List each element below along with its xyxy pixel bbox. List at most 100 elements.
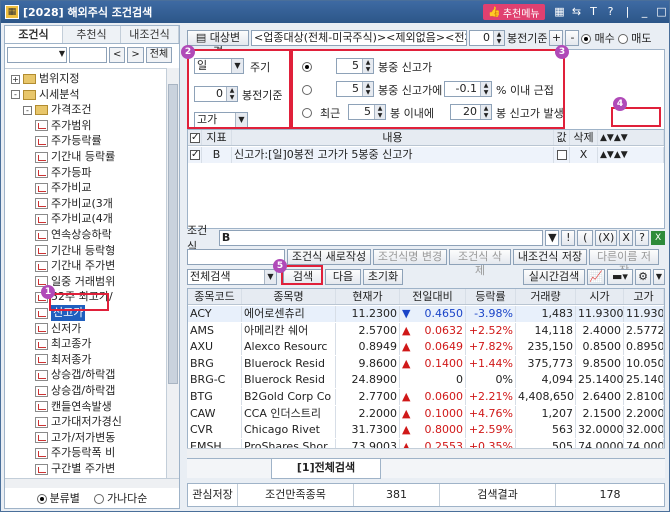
tab-recommended[interactable]: 추천식 <box>63 26 121 43</box>
watch-save-button[interactable]: 관심저장 <box>188 484 238 506</box>
tree-hscrollbar[interactable] <box>5 478 179 488</box>
chevron-down-icon[interactable]: ▼ <box>653 269 665 285</box>
tree-item[interactable]: 연속상승하락 <box>35 227 112 243</box>
target-description[interactable]: <업종대상(전체-미국주식)><제외없음><전체월 <box>251 30 467 46</box>
tree-search-input[interactable] <box>69 47 107 63</box>
tree-item[interactable]: 최저종가 <box>35 352 91 368</box>
buy-sell-radios: 매수 매도 <box>581 30 651 46</box>
condition-name-input[interactable] <box>187 249 285 265</box>
expand-icon[interactable]: - <box>11 90 20 100</box>
formula-input[interactable]: B <box>218 230 544 246</box>
maximize-icon[interactable]: □ <box>655 4 668 19</box>
tree-item[interactable]: 주가등락률 <box>35 133 102 149</box>
radio-by-category[interactable]: 분류별 <box>36 490 80 506</box>
check-all[interactable] <box>188 130 202 145</box>
table-row[interactable]: CVR Chicago Rivet 31.7300 ▲ 0.8000 +2.59% 563 3… <box>188 422 664 439</box>
excel-icon[interactable]: X <box>651 231 666 245</box>
formula-x-button[interactable]: X <box>619 230 634 246</box>
tree-item[interactable]: 주가비교(3개 <box>35 196 113 212</box>
tree-item[interactable]: - 가격조건 <box>23 102 91 118</box>
table-row[interactable]: BRG Bluerock Resid 9.8600 ▲ 0.1400 +1.44% 375,… <box>188 355 664 372</box>
search-scope-select[interactable]: 전체검색 ▼ <box>187 269 277 285</box>
link-icon[interactable]: ⇆ <box>570 4 583 19</box>
minimize-icon[interactable]: _ <box>638 4 651 19</box>
gear-icon[interactable]: ⚙ <box>635 269 651 285</box>
tree-item[interactable]: 구간별 주가변 <box>35 461 115 477</box>
expand-icon[interactable]: + <box>11 74 20 84</box>
cell-code: CVR <box>188 422 242 439</box>
tree-item[interactable]: 신저가 <box>35 321 81 337</box>
tree-scrollbar[interactable] <box>166 68 179 478</box>
font-icon[interactable]: T <box>587 4 600 19</box>
tree-scroll-thumb[interactable] <box>168 84 178 384</box>
save-as-button[interactable]: 다른이름 저장 <box>589 249 659 277</box>
table-row[interactable]: B 신고가:[일]0봉전 고가가 5봉중 신고가 X ▲▼▲▼ <box>188 147 664 163</box>
radio-sell-icon[interactable] <box>618 34 629 44</box>
recommend-menu-button[interactable]: 👍 추천메뉴 <box>483 4 545 20</box>
table-row[interactable]: AXU Alexco Resourc 0.8949 ▲ 0.0649 +7.82% 235,… <box>188 339 664 356</box>
formula-dropdown[interactable]: ▼ <box>545 230 560 246</box>
chart-icon[interactable]: 📈 <box>587 269 605 285</box>
target-change-button[interactable]: ▤ 대상변경 <box>187 30 249 58</box>
tree-item[interactable]: 주가비교(4개 <box>35 211 113 227</box>
tree-item[interactable]: 최고종가 <box>35 336 91 352</box>
tree-item[interactable]: 주가등락폭 비 <box>35 445 115 461</box>
tree-item[interactable]: 상승갭/하락갭 <box>35 367 115 383</box>
tree-item[interactable]: 캔들연속발생 <box>35 399 112 415</box>
tree-item[interactable]: 기간내 등락률 <box>35 149 115 165</box>
header-value: 값 <box>554 130 570 145</box>
table-row[interactable]: BTG B2Gold Corp Co 2.7700 ▲ 0.0600 +2.21% 4,40… <box>188 389 664 405</box>
chart-leaf-icon <box>35 260 48 272</box>
result-hscrollbar[interactable] <box>187 448 665 458</box>
tree-item[interactable]: - 시세분석 <box>11 87 79 103</box>
highlight-box-1 <box>49 293 109 311</box>
radio-alphabet[interactable]: 가나다순 <box>93 490 147 506</box>
expand-icon[interactable]: - <box>23 105 32 115</box>
tree-item[interactable]: 주가범위 <box>35 118 91 134</box>
prev-button[interactable]: < <box>109 47 126 63</box>
table-row[interactable]: CAW CCA 인더스트리 2.2000 ▲ 0.1000 +4.76% 1,207 2.15… <box>188 405 664 422</box>
tree-item[interactable]: 고가대저가경신 <box>35 414 122 430</box>
tab-my-condition[interactable]: 내조건식 <box>121 26 179 43</box>
view-menu-icon[interactable]: ▬▾ <box>607 269 633 285</box>
rename-condition-button[interactable]: 조건식명 변경 <box>373 249 447 265</box>
table-row[interactable]: ACY 에어로센츄리 11.2300 ▼ 0.4650 -3.98% 1,483 11.930… <box>188 306 664 322</box>
row-delete-button[interactable]: X <box>570 147 598 163</box>
tree-item[interactable]: 주가비교 <box>35 180 91 196</box>
tree-item[interactable]: 상승갭/하락갭 <box>35 383 115 399</box>
next-results-button[interactable]: 다음 <box>325 269 361 285</box>
all-button[interactable]: 전체 <box>145 47 173 63</box>
tree-item[interactable]: 고가/저가변동 <box>35 430 115 446</box>
formula-paren-button[interactable]: ( <box>577 230 594 246</box>
formula-help-button[interactable]: ? <box>635 230 650 246</box>
formula-remove-paren-button[interactable]: (X) <box>595 230 618 246</box>
row-index: B <box>202 147 232 163</box>
next-button[interactable]: > <box>127 47 144 63</box>
row-value[interactable] <box>554 147 570 163</box>
tree-item[interactable]: + 범위지정 <box>11 71 79 87</box>
realtime-search-button[interactable]: 실시간검색 <box>523 269 585 285</box>
tree-filter-select[interactable] <box>7 47 67 63</box>
tree-item[interactable]: 주가등파 <box>35 165 91 181</box>
grid-icon[interactable]: ▦ <box>553 4 566 19</box>
cell-volume: 235,150 <box>516 339 576 356</box>
reset-button[interactable]: 초기화 <box>363 269 403 285</box>
tree-item[interactable]: 기간내 등락형 <box>35 243 115 259</box>
tab-all-search[interactable]: [1]전체검색 <box>271 459 381 479</box>
table-row[interactable]: BRG-C Bluerock Resid 24.8900 0 0% 4,094 25.140… <box>188 372 664 389</box>
help-icon[interactable]: ? <box>604 4 617 19</box>
new-condition-button[interactable]: 조건식 새로작성 <box>287 249 371 265</box>
plus-button[interactable]: + <box>549 30 564 46</box>
cell-percent: -3.98% <box>466 306 516 322</box>
tree-item[interactable]: 기간내 주가변 <box>35 258 115 274</box>
minus-button[interactable]: - <box>565 30 580 46</box>
table-row[interactable]: AMS 아메리칸 쉐어 2.5700 ▲ 0.0632 +2.52% 14,118 2.400… <box>188 322 664 339</box>
row-checkbox[interactable] <box>188 147 202 163</box>
bars-before-spinner[interactable]: 0 ▲ ▼ <box>469 30 505 46</box>
row-move-arrows[interactable]: ▲▼▲▼ <box>598 147 664 163</box>
formula-not-button[interactable]: ! <box>561 230 576 246</box>
save-my-condition-button[interactable]: 내조건식 저장 <box>513 249 587 265</box>
delete-condition-button[interactable]: 조건식 삭제 <box>449 249 511 277</box>
tab-condition[interactable]: 조건식 <box>5 26 63 43</box>
radio-buy-icon[interactable] <box>581 34 592 44</box>
